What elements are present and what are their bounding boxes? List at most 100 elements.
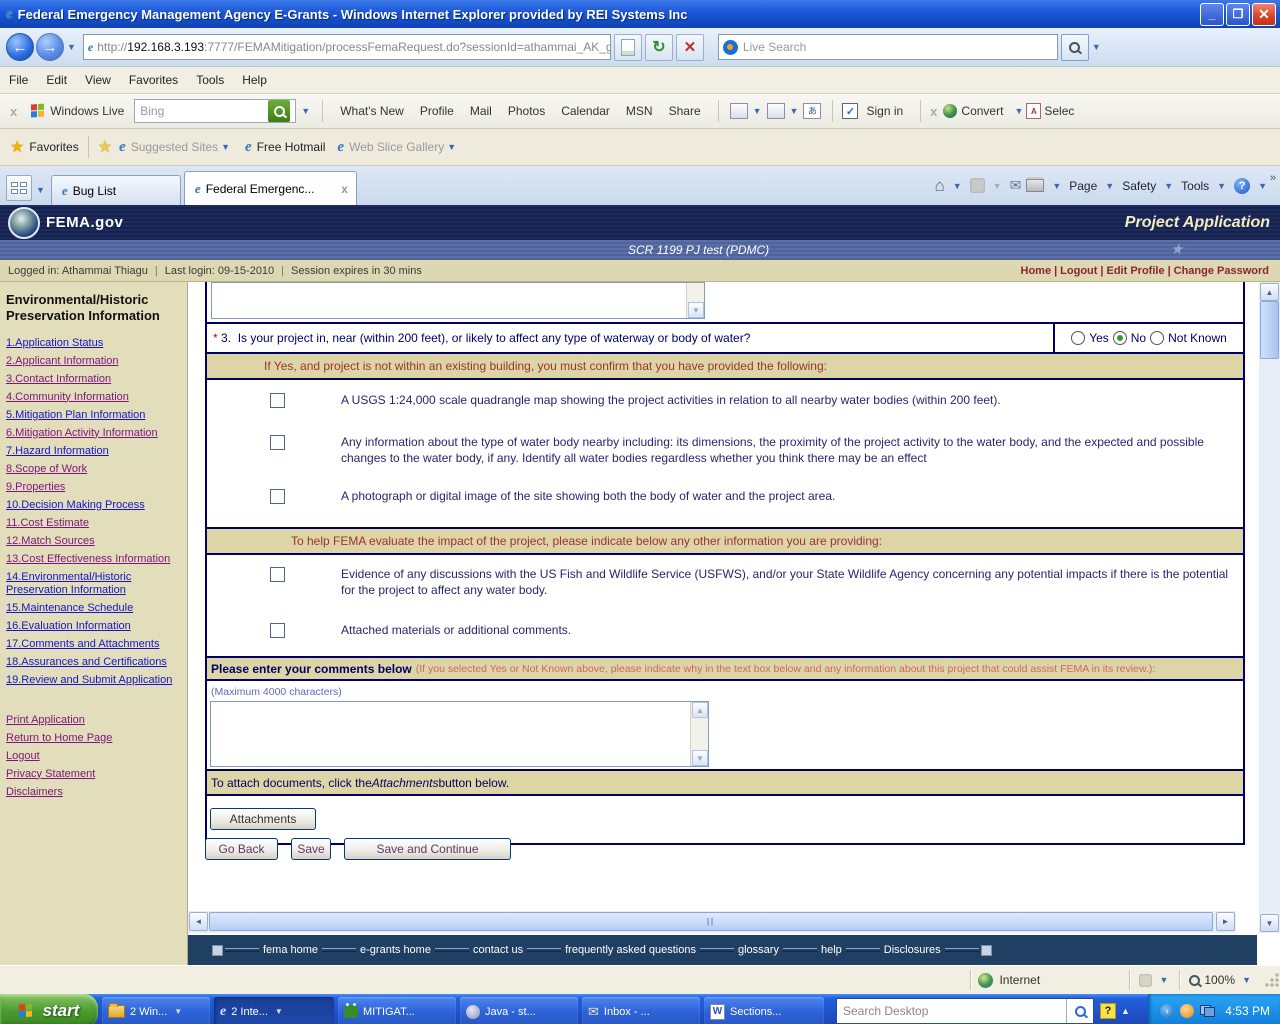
footer-egrants-home-link[interactable]: e-grants home — [360, 944, 431, 956]
attachments-button[interactable]: Attachments — [210, 808, 316, 830]
sidebar-privacy-statement-link[interactable]: Privacy Statement — [0, 765, 187, 783]
task-java[interactable]: Java - st... — [460, 997, 578, 1024]
tray-network-icon[interactable] — [1200, 1005, 1216, 1017]
menu-edit[interactable]: Edit — [37, 73, 76, 87]
start-button[interactable]: start — [0, 994, 98, 1024]
free-hotmail-link[interactable]: Free Hotmail — [257, 140, 326, 154]
tray-clock-app-icon[interactable] — [1180, 1004, 1195, 1018]
footer-fema-home-link[interactable]: fema home — [263, 944, 318, 956]
live-search-box[interactable]: Live Search — [717, 34, 1058, 60]
history-dropdown-icon[interactable]: ▼ — [64, 42, 79, 52]
go-back-button[interactable]: Go Back — [205, 838, 278, 860]
nav-home-link[interactable]: Home — [1021, 265, 1052, 277]
page-menu[interactable]: Page — [1069, 179, 1097, 193]
sidebar-item-environmental-historic-preservation[interactable]: 14.Environmental/Historic Preservation I… — [0, 568, 187, 599]
checkbox-usfws-discussions[interactable] — [270, 567, 285, 582]
vertical-scrollbar[interactable]: ▲ ▼ — [1259, 282, 1280, 933]
sidebar-item-community-information[interactable]: 4.Community Information — [0, 388, 187, 406]
menu-file[interactable]: File — [0, 73, 37, 87]
toolbar-overflow-chevron-icon[interactable]: » — [1270, 172, 1276, 184]
web-slice-gallery-link[interactable]: Web Slice Gallery — [349, 140, 444, 154]
menu-favorites[interactable]: Favorites — [120, 73, 187, 87]
footer-contact-us-link[interactable]: contact us — [473, 944, 523, 956]
safety-dropdown-icon[interactable]: ▼ — [1161, 181, 1176, 191]
tray-app-icon[interactable]: ‹ — [1160, 1004, 1175, 1018]
task-mitigation[interactable]: MITIGAT... — [338, 997, 456, 1024]
footer-glossary-link[interactable]: glossary — [738, 944, 779, 956]
radio-no[interactable] — [1112, 331, 1127, 345]
search-go-button[interactable] — [1060, 33, 1089, 61]
bing-search-button[interactable] — [268, 100, 291, 122]
live-link-mail[interactable]: Mail — [470, 104, 492, 118]
sidebar-item-hazard-information[interactable]: 7.Hazard Information — [0, 442, 187, 460]
bing-search-input[interactable]: Bing — [134, 99, 297, 123]
add-favorite-icon[interactable]: ★ — [98, 137, 112, 157]
suggested-sites-link[interactable]: Suggested Sites — [131, 140, 218, 154]
sidebar-item-match-sources[interactable]: 12.Match Sources — [0, 532, 187, 550]
search-options-dropdown-icon[interactable]: ▼ — [1089, 42, 1104, 52]
sidebar-disclaimers-link[interactable]: Disclaimers — [0, 783, 187, 801]
back-button[interactable]: ← — [6, 33, 34, 61]
live-link-calendar[interactable]: Calendar — [561, 104, 610, 118]
comments-textarea-scrollbar[interactable]: ▲ ▼ — [690, 702, 708, 766]
tab-bug-list[interactable]: e Bug List — [50, 175, 181, 205]
scroll-down-icon[interactable]: ▼ — [688, 302, 704, 318]
scroll-down-icon[interactable]: ▼ — [1260, 914, 1279, 932]
address-bar[interactable]: e http://192.168.3.193:7777/FEMAMitigati… — [82, 34, 611, 60]
scroll-up-icon[interactable]: ▲ — [1260, 283, 1279, 301]
nav-logout-link[interactable]: Logout — [1060, 265, 1097, 277]
favorites-button[interactable]: Favorites — [29, 140, 78, 154]
sidebar-logout-link[interactable]: Logout — [0, 747, 187, 765]
save-button[interactable]: Save — [291, 838, 331, 860]
live-link-whats-new[interactable]: What's New — [340, 104, 404, 118]
sidebar-item-mitigation-activity-information[interactable]: 6.Mitigation Activity Information — [0, 424, 187, 442]
sidebar-item-scope-of-work[interactable]: 8.Scope of Work — [0, 460, 187, 478]
toolbar-close-icon[interactable]: x — [10, 104, 17, 119]
quick-tabs-button[interactable] — [6, 175, 32, 201]
photo-tool-dropdown-icon[interactable]: ▼ — [750, 106, 765, 116]
sidebar-item-comments-and-attachments[interactable]: 17.Comments and Attachments — [0, 635, 187, 653]
suggested-sites-dropdown-icon[interactable]: ▼ — [218, 142, 233, 152]
feeds-icon[interactable] — [969, 178, 985, 193]
layout-tool-icon[interactable] — [766, 103, 785, 119]
checkbox-usgs-map[interactable] — [270, 393, 285, 408]
read-mail-icon[interactable]: ✉ — [1010, 177, 1022, 194]
footer-help-link[interactable]: help — [821, 944, 842, 956]
checkbox-attached-materials[interactable] — [270, 623, 285, 638]
bing-dropdown-icon[interactable]: ▼ — [298, 106, 313, 116]
sidebar-print-application-link[interactable]: Print Application — [0, 711, 187, 729]
nav-change-password-link[interactable]: Change Password — [1174, 265, 1269, 277]
close-button[interactable]: ✕ — [1252, 2, 1276, 26]
sidebar-item-maintenance-schedule[interactable]: 15.Maintenance Schedule — [0, 599, 187, 617]
zoom-dropdown-icon[interactable]: ▼ — [1239, 975, 1254, 985]
live-link-profile[interactable]: Profile — [420, 104, 454, 118]
tools-menu[interactable]: Tools — [1181, 179, 1209, 193]
stop-button[interactable]: ✕ — [675, 33, 704, 61]
task-windows-group[interactable]: 2 Win... ▼ — [102, 997, 210, 1024]
footer-faq-link[interactable]: frequently asked questions — [565, 944, 696, 956]
home-icon[interactable]: ⌂ — [934, 176, 944, 196]
protected-mode-dropdown-icon[interactable]: ▼ — [1156, 975, 1171, 985]
task-inbox[interactable]: ✉ Inbox - ... — [582, 997, 700, 1024]
home-dropdown-icon[interactable]: ▼ — [950, 181, 965, 191]
tray-expand-icon[interactable]: ▲ — [1121, 1006, 1130, 1016]
comments-textarea[interactable]: ▲ ▼ — [210, 701, 709, 767]
sidebar-item-review-and-submit[interactable]: 19.Review and Submit Application — [0, 671, 187, 689]
menu-tools[interactable]: Tools — [187, 73, 233, 87]
previous-comments-textarea[interactable]: ▼ — [211, 282, 705, 319]
convert-close-icon[interactable]: x — [930, 104, 937, 119]
sidebar-item-properties[interactable]: 9.Properties — [0, 478, 187, 496]
compatibility-view-button[interactable] — [613, 33, 642, 61]
taskbar-clock[interactable]: 4:53 PM — [1225, 1004, 1270, 1018]
radio-yes[interactable] — [1071, 331, 1086, 345]
menu-help[interactable]: Help — [233, 73, 276, 87]
layout-tool-dropdown-icon[interactable]: ▼ — [787, 106, 802, 116]
forward-button[interactable]: → — [36, 33, 64, 61]
tab-federal-emergency[interactable]: e Federal Emergenc... x — [183, 171, 357, 205]
resize-grip[interactable] — [1264, 972, 1280, 988]
task-internet-group[interactable]: e 2 Inte... ▼ — [214, 997, 334, 1024]
checkbox-water-body-info[interactable] — [270, 435, 285, 450]
sidebar-item-applicant-information[interactable]: 2.Applicant Information — [0, 352, 187, 370]
menu-view[interactable]: View — [76, 73, 120, 87]
photo-tool-icon[interactable] — [729, 103, 748, 119]
